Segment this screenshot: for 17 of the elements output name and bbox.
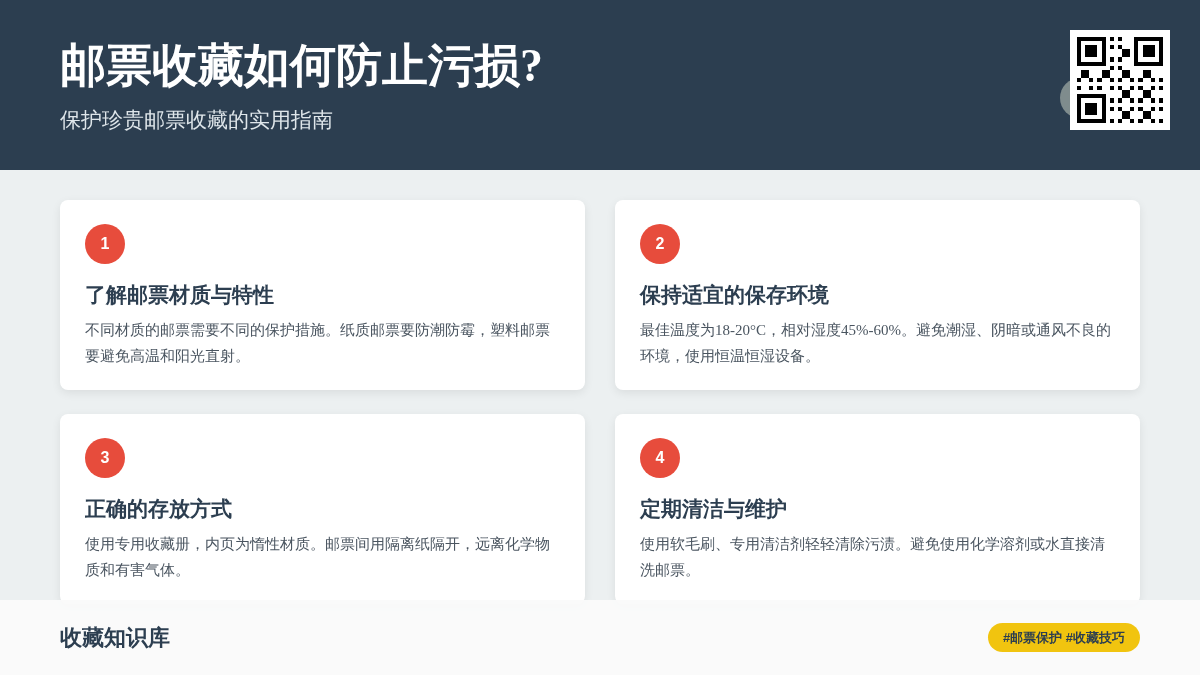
card-text: 使用专用收藏册，内页为惰性材质。邮票间用隔离纸隔开，远离化学物质和有害气体。 [85,535,551,581]
step-number: 4 [640,438,680,478]
page-subtitle: 保护珍贵邮票收藏的实用指南 [60,107,334,133]
card-text: 不同材质的邮票需要不同的保护措施。纸质邮票要防潮防霉，塑料邮票要避免高温和阳光直射。 [85,321,551,367]
qr-code-icon [1070,30,1170,130]
step-number: 2 [640,224,680,264]
card-title: 保持适宜的保存环境 [640,282,830,309]
card-title: 正确的存放方式 [85,496,233,523]
card-title: 了解邮票材质与特性 [85,282,275,309]
card-text: 使用软毛刷、专用清洁剂轻轻清除污渍。避免使用化学溶剂或水直接清洗邮票。 [640,535,1106,581]
step-number: 1 [85,224,125,264]
card-title: 定期清洁与维护 [640,496,788,523]
card-text: 最佳温度为18-20°C，相对湿度45%-60%。避免潮湿、阴暗或通风不良的环境，使用恒温恒湿设备。 [640,321,1112,367]
tag-pill: #邮票保护 #收藏技巧 [987,622,1140,653]
page-title: 邮票收藏如何防止污损? [60,39,544,93]
step-number: 3 [85,438,125,478]
footer-brand: 收藏知识库 [60,624,170,652]
